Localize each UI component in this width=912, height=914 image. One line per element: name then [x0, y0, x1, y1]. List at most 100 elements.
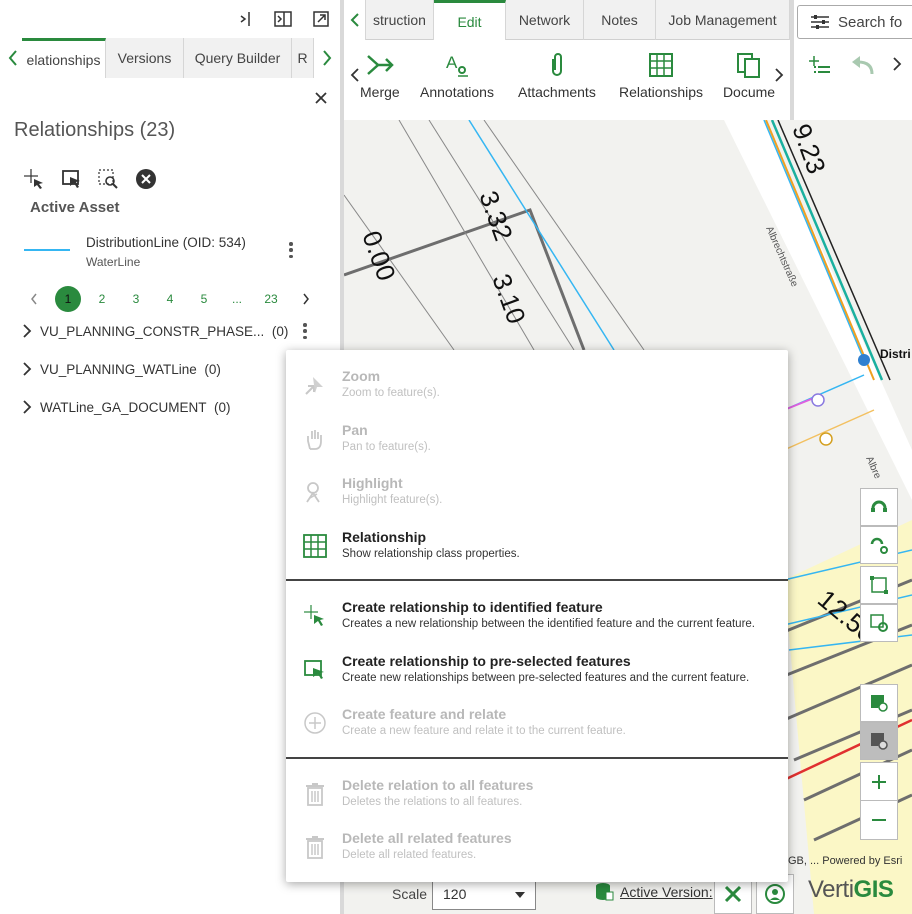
tab-more[interactable]: R	[292, 38, 314, 78]
menu-item-zoom[interactable]: Zoom Zoom to feature(s).	[286, 362, 788, 412]
page-button[interactable]: 4	[157, 286, 183, 312]
asset-name: DistributionLine (OID: 534)	[86, 235, 246, 250]
table-icon	[649, 53, 674, 77]
relationship-row[interactable]: VU_PLANNING_CONSTR_PHASE... (0)	[22, 320, 288, 342]
menu-item-title: Create feature and relate	[342, 706, 507, 722]
page-button[interactable]: 5	[191, 286, 217, 312]
map-attribution: GB, ... Powered by Esri	[788, 855, 903, 867]
page-button[interactable]: 2	[89, 286, 115, 312]
menu-item-desc: Highlight feature(s).	[342, 494, 443, 506]
relationship-row[interactable]: WATLine_GA_DOCUMENT (0)	[22, 396, 231, 418]
zoom-out-button[interactable]	[860, 800, 898, 840]
menu-separator	[286, 579, 788, 581]
scale-select[interactable]: 120	[432, 878, 536, 910]
tab-relationships[interactable]: elationships	[22, 38, 106, 78]
collapse-panel-button[interactable]	[234, 8, 256, 30]
tools-icon	[724, 885, 742, 903]
asset-more-menu-button[interactable]	[287, 240, 295, 260]
snapping-button[interactable]	[860, 488, 898, 526]
ribbon-tools-scroll-left[interactable]	[350, 68, 360, 87]
menu-item-desc: Creates a new relationship between the i…	[342, 618, 755, 630]
zoom-to-icon	[305, 377, 323, 395]
menu-item-relationship[interactable]: Relationship Show relationship class pro…	[286, 523, 788, 573]
panel-tabs-scroll-right[interactable]	[314, 38, 340, 78]
menu-item-title: Highlight	[342, 475, 403, 491]
zoom-select-tool-button[interactable]	[96, 166, 120, 192]
scale-value: 120	[443, 886, 467, 902]
add-feature-button[interactable]	[808, 54, 832, 81]
search-input[interactable]: Search fo	[797, 5, 912, 39]
page-button[interactable]: 3	[123, 286, 149, 312]
select-tool-button[interactable]	[60, 166, 84, 192]
ribbon-tools: Merge A Annotations Attachments Relation…	[344, 40, 790, 120]
relationship-name: WATLine_GA_DOCUMENT	[40, 399, 207, 415]
zoom-in-button[interactable]	[860, 762, 898, 802]
page-prev-button[interactable]	[21, 286, 47, 312]
tab-notes[interactable]: Notes	[584, 0, 656, 40]
close-panel-button[interactable]	[311, 88, 331, 108]
chevron-right-icon	[893, 57, 902, 71]
undo-button[interactable]	[850, 54, 876, 81]
minus-icon	[872, 819, 886, 821]
right-toolbar-scroll[interactable]	[892, 57, 902, 76]
merge-icon	[367, 55, 394, 75]
relationship-name: VU_PLANNING_WATLine	[40, 361, 197, 377]
menu-item-desc: Pan to feature(s).	[342, 441, 431, 453]
plus-circle-icon	[304, 712, 326, 734]
page-ellipsis[interactable]: ...	[224, 286, 250, 312]
page-button[interactable]: 23	[258, 286, 284, 312]
menu-item-title: Create relationship to pre-selected feat…	[342, 653, 631, 669]
menu-item-create-relationship-preselected[interactable]: Create relationship to pre-selected feat…	[286, 647, 788, 697]
caret-down-icon	[515, 892, 525, 898]
relationship-count: (0)	[214, 399, 231, 415]
select-features-button[interactable]	[860, 684, 898, 722]
dock-panel-button[interactable]	[272, 8, 294, 30]
identify-tool-button[interactable]	[22, 166, 46, 192]
chevron-right-icon	[775, 68, 784, 82]
merge-button[interactable]: Merge	[360, 50, 400, 110]
clear-selection-button[interactable]	[134, 166, 158, 192]
brand-logo: VertiGIS	[808, 876, 894, 904]
menu-item-delete-all-related[interactable]: Delete all related features Delete all r…	[286, 824, 788, 874]
vertex-edit-button[interactable]	[860, 566, 898, 604]
tab-job-management[interactable]: Job Management	[656, 0, 790, 40]
relationship-more-menu-button[interactable]	[301, 321, 309, 341]
tab-versions[interactable]: Versions	[106, 38, 184, 78]
crosshair-cursor-icon	[24, 169, 43, 189]
tab-network[interactable]: Network	[506, 0, 584, 40]
tab-construction[interactable]: struction	[366, 0, 434, 40]
annotations-button[interactable]: A Annotations	[420, 50, 494, 110]
relationship-row[interactable]: VU_PLANNING_WATLine (0)	[22, 358, 221, 380]
active-version-link[interactable]: Active Version:	[620, 884, 713, 900]
menu-item-highlight[interactable]: Highlight Highlight feature(s).	[286, 469, 788, 519]
chevron-right-icon	[22, 362, 36, 376]
user-location-icon	[765, 884, 785, 904]
map-tool-button[interactable]	[860, 604, 898, 642]
clear-circle-icon	[136, 169, 156, 189]
menu-item-title: Zoom	[342, 368, 381, 384]
deselect-layer-icon	[871, 733, 888, 750]
relationship-count: (0)	[271, 323, 289, 339]
zoom-selection-icon	[98, 169, 118, 189]
ribbon-scroll-left[interactable]	[344, 0, 366, 40]
active-asset-heading: Active Asset	[30, 199, 120, 216]
relationships-label: Relationships	[619, 84, 704, 100]
map-search-icon	[870, 614, 888, 632]
popout-panel-button[interactable]	[310, 8, 332, 30]
snap-settings-button[interactable]	[860, 526, 898, 564]
chevron-left-icon	[350, 13, 359, 27]
documents-button[interactable]: Docume	[723, 50, 775, 110]
tab-query-builder[interactable]: Query Builder	[184, 38, 292, 78]
page-button[interactable]: 1	[55, 286, 81, 312]
menu-item-create-relationship-identified[interactable]: Create relationship to identified featur…	[286, 593, 788, 643]
menu-item-delete-relation-all[interactable]: Delete relation to all features Deletes …	[286, 771, 788, 821]
ribbon-tools-scroll-right[interactable]	[774, 68, 784, 87]
menu-item-create-feature-and-relate[interactable]: Create feature and relate Create a new f…	[286, 700, 788, 750]
page-next-button[interactable]	[293, 286, 319, 312]
menu-item-pan[interactable]: Pan Pan to feature(s).	[286, 416, 788, 466]
attachments-button[interactable]: Attachments	[518, 50, 596, 110]
deselect-features-button[interactable]	[860, 722, 898, 760]
tab-edit[interactable]: Edit	[434, 0, 506, 40]
menu-item-desc: Show relationship class properties.	[342, 548, 520, 560]
relationships-button[interactable]: Relationships	[619, 50, 703, 110]
